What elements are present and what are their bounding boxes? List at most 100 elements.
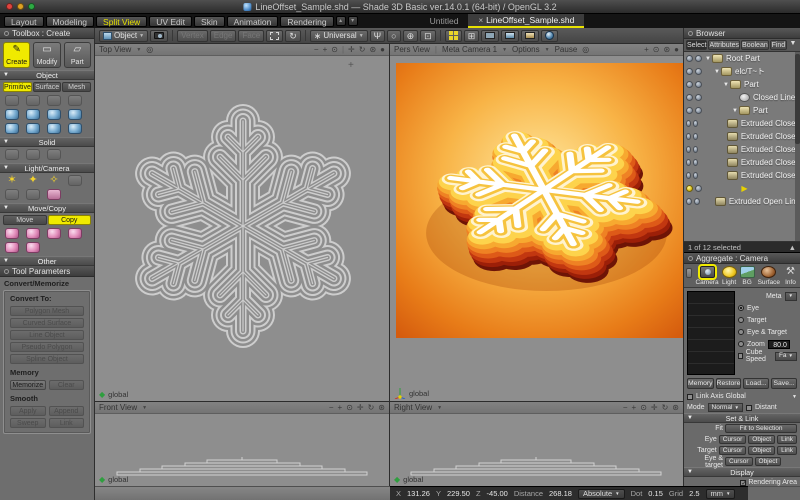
- circle-icon[interactable]: [68, 95, 82, 106]
- tree-row[interactable]: ▼ elc/T~ト: [684, 65, 800, 78]
- clear-button[interactable]: Clear: [49, 380, 85, 390]
- target-link-button[interactable]: Link: [777, 446, 797, 455]
- tree-row[interactable]: ▼ Part: [684, 78, 800, 91]
- section-light-camera[interactable]: ▼ Light/Camera: [0, 163, 94, 173]
- shear-icon[interactable]: [5, 242, 19, 253]
- visibility-toggle[interactable]: [695, 55, 702, 62]
- tree-row[interactable]: Extruded Closed: [684, 117, 800, 130]
- close-window-button[interactable]: [6, 3, 13, 10]
- zoom-reset-icon[interactable]: ⊙: [653, 45, 660, 54]
- render-toggle[interactable]: [686, 133, 691, 140]
- sphere-icon[interactable]: [26, 109, 40, 120]
- section-other[interactable]: ▼ Other: [0, 256, 94, 266]
- visibility-toggle[interactable]: [693, 159, 698, 166]
- right-viewport[interactable]: Right View ▼ − + ⊙ ✛ ↻ ⊛: [390, 402, 683, 486]
- doc-tab-active[interactable]: × LineOffset_Sample.shd: [468, 14, 584, 28]
- tab-select[interactable]: Select: [686, 40, 707, 50]
- line-light-icon[interactable]: [5, 189, 19, 200]
- section-object[interactable]: ▼ Object: [0, 70, 94, 80]
- zoom-reset-icon[interactable]: ⊙: [331, 45, 338, 54]
- rendering-area-checkbox[interactable]: ✓: [740, 480, 746, 486]
- doc-tab-untitled[interactable]: Untitled: [420, 14, 469, 28]
- expander-icon[interactable]: ▼: [713, 69, 721, 75]
- camera-selector-dropdown[interactable]: Meta Camera 1: [442, 45, 497, 54]
- orbit-icon[interactable]: ↻: [359, 45, 366, 54]
- zoom-in-icon[interactable]: +: [338, 403, 343, 412]
- mode-dropdown[interactable]: Normal▼: [708, 403, 743, 412]
- render-toggle[interactable]: [686, 198, 692, 205]
- cylinder-primitive-icon[interactable]: [5, 123, 19, 134]
- panel-collapse-icon[interactable]: [688, 31, 693, 36]
- skeleton-tool-button[interactable]: Ψ: [370, 30, 386, 42]
- tab-boolean[interactable]: Boolean: [741, 40, 769, 50]
- render-toggle[interactable]: [686, 55, 693, 62]
- fit-to-selection-button[interactable]: Fit to Selection: [725, 424, 797, 433]
- visibility-toggle[interactable]: [693, 120, 698, 127]
- filter-icon[interactable]: ▼: [788, 40, 798, 50]
- view-menu-icon[interactable]: ●: [380, 45, 385, 54]
- restore-button[interactable]: Restore: [716, 378, 742, 389]
- expander-icon[interactable]: ▼: [731, 108, 739, 114]
- tree-row[interactable]: Extruded Open Line: [684, 195, 800, 208]
- cube-speed-checkbox[interactable]: [738, 353, 743, 359]
- pers-view-title[interactable]: Pers View: [394, 45, 430, 54]
- options-dropdown[interactable]: Options: [512, 45, 540, 54]
- collapse-up-icon[interactable]: ▲: [789, 243, 796, 252]
- torus-icon[interactable]: [47, 123, 61, 134]
- tab-rendering[interactable]: Rendering: [280, 16, 333, 27]
- visibility-toggle[interactable]: [694, 198, 700, 205]
- zoom-reset-icon[interactable]: ⊙: [346, 403, 353, 412]
- tab-copy[interactable]: Copy: [48, 215, 92, 225]
- camera-preview[interactable]: [687, 291, 735, 375]
- eye-object-button[interactable]: Object: [748, 435, 775, 444]
- zoom-in-icon[interactable]: +: [644, 45, 649, 54]
- union-icon[interactable]: [5, 149, 19, 160]
- tab-animation[interactable]: Animation: [227, 16, 279, 27]
- tab-light[interactable]: Light: [722, 266, 737, 286]
- right-view-title[interactable]: Right View: [394, 403, 432, 412]
- display-textured-button[interactable]: [521, 30, 539, 42]
- zoom-in-icon[interactable]: +: [632, 403, 637, 412]
- zoom-in-icon[interactable]: +: [323, 45, 328, 54]
- eye-cursor-button[interactable]: Cursor: [719, 435, 747, 444]
- set-link-section[interactable]: ▼ Set & Link: [684, 413, 800, 423]
- minimize-window-button[interactable]: [17, 3, 24, 10]
- mirror-icon[interactable]: [68, 228, 82, 239]
- pan-icon[interactable]: ✛: [348, 45, 355, 54]
- scale-icon[interactable]: [47, 228, 61, 239]
- tab-surface[interactable]: Surface: [758, 266, 780, 286]
- grid-toggle-button[interactable]: ⊞: [464, 30, 480, 42]
- tree-row[interactable]: Closed Line: [684, 91, 800, 104]
- visibility-toggle[interactable]: [693, 133, 698, 140]
- workspace-prev-button[interactable]: ▴: [336, 16, 346, 26]
- mode-create-button[interactable]: ✎ Create: [3, 42, 30, 68]
- eye-link-button[interactable]: Link: [777, 435, 797, 444]
- render-toggle[interactable]: [686, 81, 693, 88]
- tab-bg[interactable]: BG: [740, 266, 755, 286]
- render-toggle[interactable]: [686, 68, 693, 75]
- expander-icon[interactable]: ▼: [704, 56, 712, 62]
- light-toggle-button[interactable]: ○: [387, 30, 400, 42]
- vertex-mode-button[interactable]: Vertex: [177, 30, 208, 42]
- world-button[interactable]: ⊕: [403, 30, 419, 42]
- magnifier-icon[interactable]: ⊛: [369, 45, 376, 54]
- tab-info[interactable]: ⚒ Info: [783, 266, 798, 286]
- panel-collapse-icon[interactable]: [4, 269, 9, 274]
- face-mode-button[interactable]: Face: [238, 30, 264, 42]
- mode-modify-button[interactable]: ▭ Modify: [33, 42, 60, 68]
- target-object-button[interactable]: Object: [748, 446, 775, 455]
- pause-button[interactable]: Pause: [555, 45, 578, 54]
- convert-curved-surface-button[interactable]: Curved Surface: [10, 318, 84, 328]
- workspace-next-button[interactable]: ▾: [348, 16, 358, 26]
- display-wireframe-button[interactable]: [481, 30, 499, 42]
- tree-row[interactable]: ▼ Part: [684, 104, 800, 117]
- tab-layout[interactable]: Layout: [4, 16, 44, 27]
- render-toggle[interactable]: [686, 146, 691, 153]
- wedge-icon[interactable]: [68, 109, 82, 120]
- tab-modeling[interactable]: Modeling: [46, 16, 95, 27]
- tree-row[interactable]: Extruded Closed: [684, 169, 800, 182]
- visibility-toggle[interactable]: [693, 146, 698, 153]
- tab-surface[interactable]: Surface: [33, 82, 62, 92]
- tab-primitive[interactable]: Primitive: [3, 82, 32, 92]
- closed-line-icon[interactable]: [26, 95, 40, 106]
